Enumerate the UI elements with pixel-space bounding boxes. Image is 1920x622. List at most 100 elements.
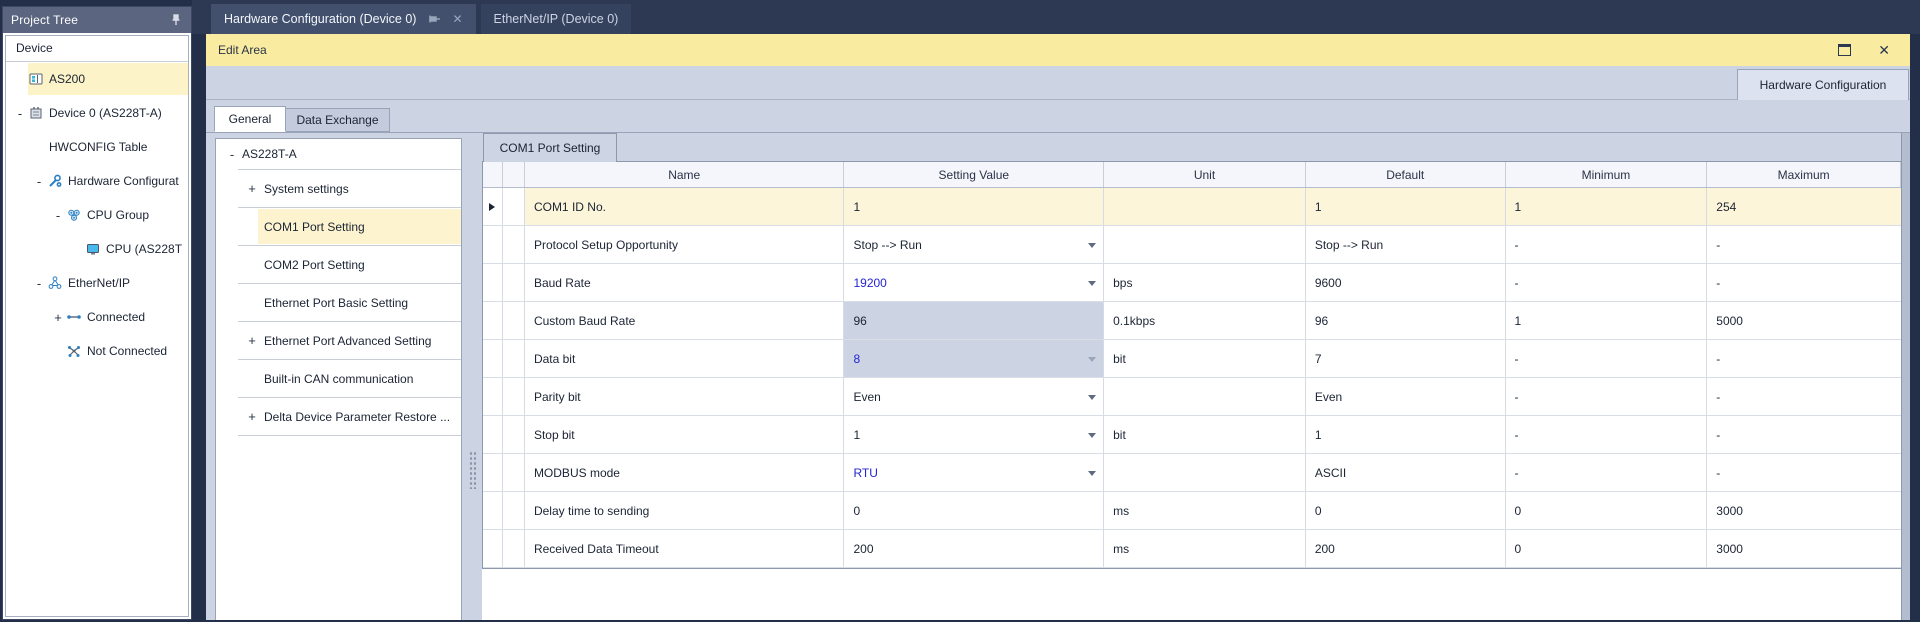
cell-default-text: 9600 (1315, 276, 1342, 290)
vertical-scrollbar[interactable] (1901, 133, 1910, 620)
splitter-grip-icon[interactable] (469, 451, 477, 489)
settings-tree-item[interactable]: +COM2 Port Setting (216, 246, 461, 283)
cell-default: 9600 (1306, 264, 1506, 301)
dropdown-arrow-icon[interactable] (1088, 281, 1096, 286)
cell-setting-value[interactable]: 96 (844, 302, 1104, 339)
expand-marker[interactable]: + (52, 310, 64, 325)
settings-tree-item[interactable]: +Built-in CAN communication (216, 360, 461, 397)
gutter-cell (503, 226, 525, 263)
project-tree-item[interactable]: -CPU Group (6, 198, 188, 232)
collapse-marker[interactable]: - (33, 276, 45, 291)
project-tree-item[interactable]: -HWCONFIG Table (6, 130, 188, 164)
table-row[interactable]: Protocol Setup OpportunityStop --> RunSt… (483, 226, 1901, 264)
settings-item-surface[interactable]: System settings (258, 171, 461, 206)
dropdown-arrow-icon[interactable] (1088, 357, 1096, 362)
cell-setting-value-text: 0 (853, 504, 860, 518)
cell-name: Parity bit (525, 378, 845, 415)
close-window-icon[interactable]: ✕ (1878, 43, 1890, 57)
expand-marker[interactable]: + (246, 181, 258, 196)
pin-icon[interactable] (428, 12, 442, 26)
collapse-marker[interactable]: - (14, 106, 26, 121)
dropdown-arrow-icon[interactable] (1088, 433, 1096, 438)
table-row[interactable]: Custom Baud Rate960.1kbps9615000 (483, 302, 1901, 340)
project-tree-item[interactable]: -Hardware Configurat (6, 164, 188, 198)
column-header-unit[interactable]: Unit (1104, 162, 1306, 187)
settings-tree-item[interactable]: +COM1 Port Setting (216, 208, 461, 245)
settings-item-surface[interactable]: Ethernet Port Basic Setting (258, 285, 461, 320)
project-tree-item[interactable]: -Device 0 (AS228T-A) (6, 96, 188, 130)
cell-setting-value[interactable]: 8 (844, 340, 1104, 377)
pin-panel-icon[interactable] (169, 13, 183, 27)
project-tree-item[interactable]: -Not Connected (6, 334, 188, 368)
table-row[interactable]: Parity bitEvenEven-- (483, 378, 1901, 416)
project-tree-item[interactable]: -CPU (AS228T (6, 232, 188, 266)
cell-setting-value[interactable]: 1 (844, 188, 1104, 225)
dropdown-arrow-icon[interactable] (1088, 243, 1096, 248)
dropdown-arrow-icon[interactable] (1088, 395, 1096, 400)
settings-tree-item[interactable]: +Ethernet Port Basic Setting (216, 284, 461, 321)
column-header-name[interactable]: Name (525, 162, 845, 187)
column-header-minimum[interactable]: Minimum (1506, 162, 1708, 187)
cell-maximum-text: - (1716, 276, 1720, 290)
column-header-default[interactable]: Default (1306, 162, 1506, 187)
cell-default: 200 (1306, 530, 1506, 567)
table-row[interactable]: Baud Rate19200bps9600-- (483, 264, 1901, 302)
tab-general[interactable]: General (214, 106, 286, 132)
table-row[interactable]: Stop bit1bit1-- (483, 416, 1901, 454)
tree-item-label: Delta Device Parameter Restore ... (264, 410, 450, 424)
table-row[interactable]: Delay time to sending0ms003000 (483, 492, 1901, 530)
tab-ethernet-ip[interactable]: EtherNet/IP (Device 0) (481, 4, 632, 34)
cell-setting-value[interactable]: 200 (844, 530, 1104, 567)
cell-default: 7 (1306, 340, 1506, 377)
cell-default: 1 (1306, 416, 1506, 453)
settings-tree-item[interactable]: + Delta Device Parameter Restore ... (216, 398, 461, 435)
dropdown-arrow-icon[interactable] (1088, 471, 1096, 476)
device-section-header[interactable]: Device (6, 36, 188, 62)
settings-item-surface[interactable]: COM1 Port Setting (258, 209, 461, 244)
cell-unit-text: 0.1kbps (1113, 314, 1155, 328)
hwconfig-app-window: Hardware Configuration (Device 0) ✕ Ethe… (0, 0, 1920, 622)
project-tree-item[interactable]: +Connected (6, 300, 188, 334)
collapse-marker[interactable]: - (52, 208, 64, 223)
settings-item-surface[interactable]: Delta Device Parameter Restore ... (258, 399, 461, 434)
cell-unit-text: bit (1113, 428, 1126, 442)
collapse-marker[interactable]: - (33, 174, 45, 189)
hardware-configuration-tab[interactable]: Hardware Configuration (1737, 69, 1909, 100)
cell-name: MODBUS mode (525, 454, 845, 491)
panel-splitter[interactable] (463, 138, 482, 620)
gutter-cell (503, 302, 525, 339)
gutter-cell (503, 454, 525, 491)
expand-marker[interactable]: + (246, 409, 258, 424)
tab-data-exchange[interactable]: Data Exchange (286, 108, 390, 132)
close-icon[interactable]: ✕ (452, 13, 462, 25)
table-row[interactable]: MODBUS modeRTUASCII-- (483, 454, 1901, 492)
cell-setting-value[interactable]: Even (844, 378, 1104, 415)
project-tree-item[interactable]: -EtherNet/IP (6, 266, 188, 300)
table-row[interactable]: COM1 ID No.111254 (483, 188, 1901, 226)
cell-setting-value[interactable]: RTU (844, 454, 1104, 491)
gutter-cell (503, 264, 525, 301)
column-header-setting-value[interactable]: Setting Value (844, 162, 1104, 187)
cell-setting-value[interactable]: 1 (844, 416, 1104, 453)
maximize-icon[interactable] (1838, 44, 1851, 56)
tab-com1-port-setting[interactable]: COM1 Port Setting (483, 133, 617, 162)
cell-setting-value[interactable]: 0 (844, 492, 1104, 529)
settings-tree-item[interactable]: +System settings (216, 170, 461, 207)
column-header-maximum[interactable]: Maximum (1707, 162, 1901, 187)
settings-tree-root[interactable]: - AS228T-A (216, 139, 461, 169)
table-row[interactable]: Received Data Timeout200ms20003000 (483, 530, 1901, 568)
cell-unit-text: bit (1113, 352, 1126, 366)
settings-tree-item[interactable]: +Ethernet Port Advanced Setting (216, 322, 461, 359)
tab-hardware-configuration[interactable]: Hardware Configuration (Device 0) ✕ (211, 4, 476, 34)
table-row[interactable]: Data bit8bit7-- (483, 340, 1901, 378)
collapse-marker[interactable]: - (226, 147, 238, 162)
settings-item-surface[interactable]: COM2 Port Setting (258, 247, 461, 282)
cell-setting-value[interactable]: 19200 (844, 264, 1104, 301)
project-tree-title: Project Tree (11, 13, 78, 27)
settings-item-surface[interactable]: Ethernet Port Advanced Setting (258, 323, 461, 358)
expand-marker[interactable]: + (246, 333, 258, 348)
project-tree-item[interactable]: -AS200 (6, 62, 188, 96)
cell-setting-value[interactable]: Stop --> Run (844, 226, 1104, 263)
settings-item-surface[interactable]: Built-in CAN communication (258, 361, 461, 396)
cell-name: Received Data Timeout (525, 530, 845, 567)
